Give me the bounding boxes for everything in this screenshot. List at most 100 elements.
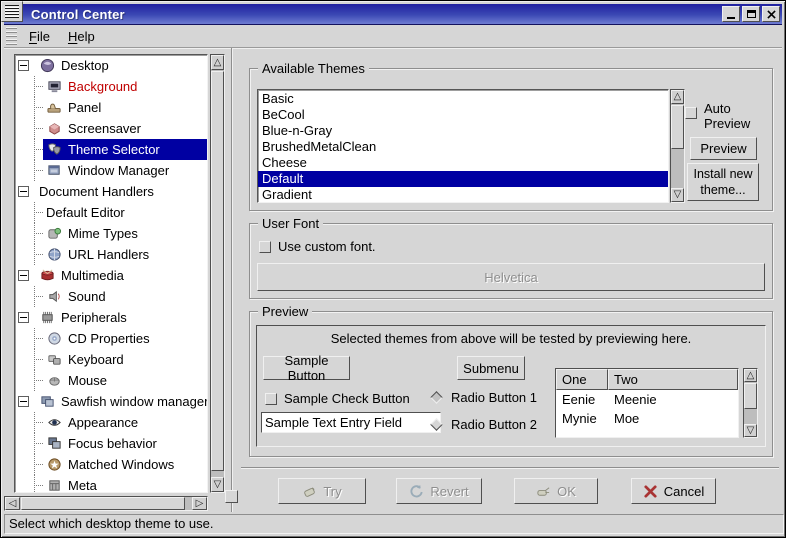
preview-area: Selected themes from above will be teste… [256,325,766,447]
maximize-button[interactable] [742,6,760,22]
sidebar-item-appearance[interactable]: Appearance [15,412,207,433]
sidebar-item-screensaver[interactable]: Screensaver [15,118,207,139]
sidebar-item-theme-selector[interactable]: Theme Selector [15,139,207,160]
theme-item-default[interactable]: Default [258,171,668,187]
url-handlers-icon [46,247,63,262]
tree-expander-minus-icon[interactable] [18,270,29,281]
sidebar-item-keyboard[interactable]: Keyboard [15,349,207,370]
sidebar-item-panel[interactable]: Panel [15,97,207,118]
sidebar-item-peripherals[interactable]: Peripherals [15,307,207,328]
theme-list-scrollbar[interactable]: △ ▽ [670,89,685,203]
submenu-button[interactable]: Submenu [457,356,525,380]
sample-text-entry[interactable] [261,412,441,433]
theme-item-cheese[interactable]: Cheese [258,155,668,171]
revert-icon [409,484,424,499]
maximize-icon [747,10,756,18]
theme-scrollbar-thumb[interactable] [671,105,684,149]
sidebar-item-mime-types[interactable]: Mime Types [15,223,207,244]
scroll-down-icon[interactable]: ▽ [671,188,684,202]
menubar-drag-handle[interactable] [6,27,17,46]
tree-horizontal-scrollbar[interactable]: ◁ ▷ [4,496,208,511]
theme-item-becool[interactable]: BeCool [258,107,668,123]
panel-icon [46,100,63,115]
menu-file[interactable]: File [20,27,59,46]
preview-button[interactable]: Preview [690,137,757,160]
theme-item-brushedmetalclean[interactable]: BrushedMetalClean [258,139,668,155]
table-header-one[interactable]: One [556,369,608,390]
tree-vertical-scrollbar[interactable]: △ ▽ [210,54,225,493]
sidebar-item-document-handlers[interactable]: Document Handlers [15,181,207,202]
minimize-button[interactable] [722,6,740,22]
radio-option-1: Radio Button 1 [429,390,537,405]
table-scrollbar-thumb[interactable] [744,383,757,409]
menubar: File Help [4,25,782,48]
sample-checkbox[interactable] [265,393,277,405]
sidebar-item-label: Focus behavior [68,436,157,451]
close-button[interactable] [762,6,780,22]
theme-item-gradient[interactable]: Gradient [258,187,668,203]
pane-divider [231,48,233,512]
sample-table-scrollbar[interactable]: △ ▽ [743,368,758,438]
scroll-right-icon[interactable]: ▷ [192,497,207,510]
sidebar-item-label: Sawfish window manager [61,394,208,409]
table-row[interactable]: MynieMoe [556,409,738,428]
sidebar-item-matched-windows[interactable]: Matched Windows [15,454,207,475]
auto-preview-checkbox[interactable] [685,107,697,119]
tree-hscrollbar-thumb[interactable] [21,497,185,510]
sidebar-item-sound[interactable]: Sound [15,286,207,307]
sidebar-item-cd-properties[interactable]: CD Properties [15,328,207,349]
sidebar-item-window-manager[interactable]: Window Manager [15,160,207,181]
sidebar-item-background[interactable]: Background [15,76,207,97]
sample-button[interactable]: Sample Button [263,356,350,380]
sidebar-item-desktop[interactable]: Desktop [15,55,207,76]
ok-icon [536,484,551,499]
sidebar-item-label: Theme Selector [68,142,160,157]
sidebar-item-label: Keyboard [68,352,124,367]
scroll-up-icon[interactable]: △ [744,369,757,382]
theme-item-basic[interactable]: Basic [258,91,668,107]
sidebar-item-label: Peripherals [61,310,127,325]
table-row[interactable]: EenieMeenie [556,390,738,409]
preview-caption: Selected themes from above will be teste… [257,331,765,346]
font-picker-button[interactable]: Helvetica [257,263,765,291]
sidebar-item-label: Meta [68,478,97,493]
use-custom-font-option: Use custom font. [259,239,376,254]
use-custom-font-checkbox[interactable] [259,241,271,253]
scroll-down-icon[interactable]: ▽ [744,424,757,437]
window-menu-icon [5,5,19,18]
try-button[interactable]: Try [278,478,366,504]
sidebar-item-focus-behavior[interactable]: Focus behavior [15,433,207,454]
tree-scrollbar-thumb[interactable] [211,71,224,471]
sidebar-item-default-editor[interactable]: Default Editor [15,202,207,223]
scroll-left-icon[interactable]: ◁ [5,497,20,510]
theme-item-blue-n-gray[interactable]: Blue-n-Gray [258,123,668,139]
sidebar-item-meta[interactable]: Meta [15,475,207,493]
status-text: Select which desktop theme to use. [9,516,214,531]
window-menu-button[interactable] [1,1,23,22]
scroll-up-icon[interactable]: △ [671,90,684,104]
menu-help[interactable]: Help [59,27,104,46]
radio-button-2[interactable] [430,418,443,431]
table-header-two[interactable]: Two [608,369,738,390]
radio-label-2: Radio Button 2 [451,417,537,432]
ok-button[interactable]: OK [514,478,598,504]
tree-expander-minus-icon[interactable] [18,60,29,71]
radio-button-1[interactable] [430,391,443,404]
scroll-up-icon[interactable]: △ [211,55,224,70]
sidebar-item-mouse[interactable]: Mouse [15,370,207,391]
sidebar-item-label: Sound [68,289,106,304]
cancel-button[interactable]: Cancel [631,478,716,504]
revert-button[interactable]: Revert [396,478,482,504]
sidebar-item-sawfish-window-manager[interactable]: Sawfish window manager [15,391,207,412]
sidebar-item-url-handlers[interactable]: URL Handlers [15,244,207,265]
sidebar-item-label: Document Handlers [39,184,154,199]
install-new-theme-button[interactable]: Install new theme... [687,163,759,201]
sidebar-item-multimedia[interactable]: Multimedia [15,265,207,286]
tree-expander-minus-icon[interactable] [18,396,29,407]
tree-expander-minus-icon[interactable] [18,312,29,323]
tree-expander-minus-icon[interactable] [18,186,29,197]
pane-resize-handle[interactable] [225,490,238,503]
minimize-icon [727,17,735,19]
scroll-down-icon[interactable]: ▽ [211,477,224,492]
window-manager-icon [46,163,63,178]
